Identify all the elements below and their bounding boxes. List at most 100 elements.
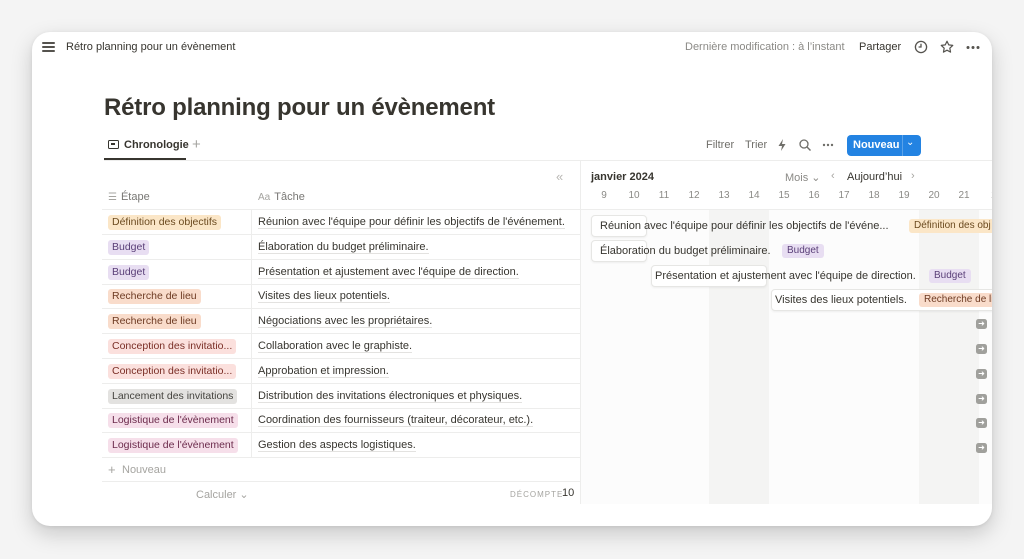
stage-tag[interactable]: Logistique de l'évènement [108, 413, 238, 429]
chevron-down-icon[interactable]: ⌄ [906, 137, 914, 148]
table-row[interactable]: Définition des objectifs Réunion avec l'é… [102, 210, 580, 235]
share-button[interactable]: Partager [859, 41, 901, 53]
stage-tag[interactable]: Recherche de lieu [108, 289, 201, 305]
timeline-day: 11 [658, 190, 670, 201]
tab-label: Chronologie [124, 139, 189, 151]
task-title[interactable]: Présentation et ajustement avec l'équipe… [258, 266, 519, 279]
new-button-label: Nouveau [853, 139, 900, 151]
more-icon[interactable] [965, 39, 981, 55]
more-options-icon[interactable] [821, 138, 837, 154]
timeline-bar-label[interactable]: Présentation et ajustement avec l'équipe… [655, 270, 916, 282]
today-button[interactable]: Aujourd’hui [847, 171, 902, 183]
stage-tag[interactable]: Recherche de lieu [108, 314, 201, 330]
breadcrumb[interactable]: Rétro planning pour un évènement [66, 41, 235, 53]
stage-tag[interactable]: Lancement des invitations [108, 388, 238, 404]
text-icon: Aa [258, 192, 271, 203]
table-row[interactable]: Recherche de lieu Négociations avec les p… [102, 309, 580, 335]
count-label: DÉCOMPTE [510, 490, 564, 499]
table-row[interactable]: Logistique de l'évènement Gestion des asp… [102, 433, 580, 459]
star-icon[interactable] [939, 39, 955, 55]
timeline-bar-label[interactable]: Visites des lieux potentiels. [775, 294, 907, 306]
column-divider [251, 433, 252, 459]
timeline-day: 13 [718, 190, 730, 201]
top-bar: Rétro planning pour un évènement Dernièr… [32, 32, 992, 62]
timeline-day: 9 [601, 190, 607, 201]
column-header-etape[interactable]: ☰ Étape [108, 191, 150, 203]
new-button[interactable]: Nouveau ⌄ [847, 135, 921, 156]
timeline-stage-tag: Budget [782, 243, 824, 258]
collapse-table-icon[interactable]: « [556, 169, 563, 184]
timeline-day: 12 [688, 190, 700, 201]
table-row[interactable]: Conception des invitatio... Approbation e… [102, 358, 580, 384]
arrow-right-icon[interactable]: ➜ [976, 368, 987, 379]
task-title[interactable]: Distribution des invitations électroniqu… [258, 390, 523, 403]
stage-tag[interactable]: Logistique de l'évènement [108, 438, 238, 454]
table-row[interactable]: Recherche de lieu Visites des lieux poten… [102, 284, 580, 310]
filter-button[interactable]: Filtrer [706, 139, 734, 151]
weekend-column [919, 210, 979, 504]
column-divider [251, 334, 252, 359]
table-row[interactable]: Budget Présentation et ajustement avec l'… [102, 259, 580, 285]
tab-chronologie[interactable]: Chronologie [104, 136, 189, 160]
task-title[interactable]: Négociations avec les propriétaires. [258, 315, 433, 329]
arrow-right-icon[interactable]: ➜ [976, 443, 987, 454]
calculate-button[interactable]: Calculer ⌄ [196, 488, 249, 501]
chevron-right-icon[interactable]: › [911, 170, 915, 182]
table-row[interactable]: Conception des invitatio... Collaboration… [102, 334, 580, 359]
column-divider [251, 234, 252, 260]
task-title[interactable]: Coordination des fournisseurs (traiteur,… [258, 414, 534, 428]
timeline-stage-tag: Recherche de li [919, 293, 992, 308]
column-divider [251, 358, 252, 384]
timeline-day: 16 [808, 190, 820, 201]
stage-tag[interactable]: Budget [108, 264, 150, 280]
task-title[interactable]: Réunion avec l'équipe pour définir les o… [258, 216, 565, 229]
timeline-day: 20 [928, 190, 940, 201]
task-title[interactable]: Gestion des aspects logistiques. [258, 439, 416, 453]
chevron-left-icon[interactable]: ‹ [831, 170, 835, 182]
task-title[interactable]: Approbation et impression. [258, 365, 389, 378]
add-row-label: Nouveau [122, 464, 167, 476]
column-divider [251, 309, 252, 335]
timeline-icon [108, 140, 119, 149]
timeline-mode-select[interactable]: Mois ⌄ [785, 171, 821, 184]
last-modified-text: Dernière modification : à l’instant [685, 41, 845, 53]
column-divider [251, 408, 252, 434]
timeline-day: 19 [898, 190, 910, 201]
lightning-icon[interactable] [776, 138, 792, 154]
menu-icon[interactable] [42, 42, 55, 52]
task-title[interactable]: Visites des lieux potentiels. [258, 290, 390, 304]
timeline-day: 2 [979, 190, 992, 201]
history-icon[interactable] [913, 39, 929, 55]
sort-button[interactable]: Trier [745, 139, 767, 151]
arrow-right-icon[interactable]: ➜ [976, 344, 987, 354]
stage-tag[interactable]: Conception des invitatio... [108, 363, 237, 379]
stage-tag[interactable]: Définition des objectifs [108, 215, 222, 230]
arrow-right-icon[interactable]: ➜ [976, 418, 987, 429]
timeline-day: 10 [628, 190, 640, 201]
timeline-stage-tag: Budget [929, 268, 971, 283]
timeline-bar-label[interactable]: Élaboration du budget préliminaire. [600, 245, 771, 257]
column-divider [251, 383, 252, 409]
arrow-right-icon[interactable]: ➜ [976, 319, 987, 330]
stage-tag[interactable]: Budget [108, 239, 150, 255]
table-row[interactable]: Logistique de l'évènement Coordination de… [102, 408, 580, 434]
timeline-day: 21 [958, 190, 970, 201]
timeline-day: 14 [748, 190, 760, 201]
timeline-bar-label[interactable]: Réunion avec l'équipe pour définir les o… [600, 220, 889, 232]
search-icon[interactable] [798, 138, 814, 154]
add-view-button[interactable]: + [192, 136, 201, 153]
page-title: Rétro planning pour un évènement [104, 94, 495, 121]
timeline-day: 18 [868, 190, 880, 201]
task-title[interactable]: Collaboration avec le graphiste. [258, 340, 413, 353]
column-divider [251, 284, 252, 310]
column-header-tache[interactable]: Aa Tâche [258, 191, 305, 203]
timeline: janvier 2024 Mois ⌄ ‹ Aujourd’hui › 9 10 1… [580, 161, 992, 504]
task-title[interactable]: Élaboration du budget préliminaire. [258, 241, 429, 254]
table-row[interactable]: Lancement des invitations Distribution de… [102, 383, 580, 409]
stage-tag[interactable]: Conception des invitatio... [108, 339, 237, 354]
table-row[interactable]: Budget Élaboration du budget préliminaire… [102, 234, 580, 260]
add-row-button[interactable]: + Nouveau [102, 459, 580, 482]
column-divider [251, 259, 252, 285]
column-divider [251, 210, 252, 235]
arrow-right-icon[interactable]: ➜ [976, 393, 987, 404]
